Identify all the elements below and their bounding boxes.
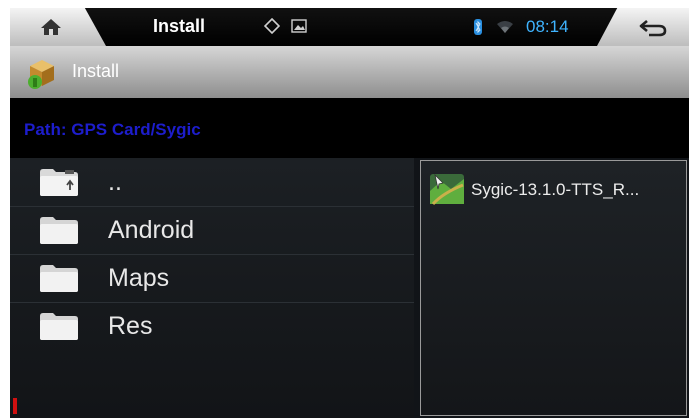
- image-icon: [291, 19, 307, 33]
- clock-time: 08:14: [526, 17, 569, 36]
- folder-row-res[interactable]: Res: [10, 302, 414, 350]
- wifi-icon: [497, 21, 513, 33]
- path-text: Path: GPS Card/Sygic: [24, 120, 201, 139]
- file-item-sygic[interactable]: Sygic-13.1.0-TTS_R...: [421, 161, 686, 215]
- screen: Install 08:14 Install Path: GPS Card/Syg…: [10, 8, 689, 418]
- gps-diamond-icon: [264, 18, 280, 34]
- back-arrow-icon: [639, 20, 667, 37]
- path-bar: Path: GPS Card/Sygic: [10, 98, 689, 158]
- folder-row-maps[interactable]: Maps: [10, 254, 414, 303]
- red-marker: [13, 398, 17, 414]
- folder-icon: [40, 217, 78, 244]
- back-button[interactable]: [597, 8, 689, 46]
- sygic-app-icon: [430, 173, 464, 206]
- title-bar-text: Install: [72, 61, 120, 81]
- file-name: Sygic-13.1.0-TTS_R...: [471, 180, 640, 199]
- home-button[interactable]: [10, 8, 106, 46]
- folder-name: ..: [108, 168, 122, 196]
- folder-name: Android: [108, 216, 195, 244]
- folder-icon: [40, 265, 78, 292]
- folder-row-parent[interactable]: ..: [10, 158, 414, 207]
- status-title: Install: [153, 16, 206, 36]
- parent-folder-icon: [40, 169, 78, 196]
- folder-name: Res: [108, 312, 153, 340]
- file-list: Sygic-13.1.0-TTS_R...: [420, 160, 687, 416]
- bluetooth-icon: [474, 19, 482, 35]
- title-bar: Install: [10, 46, 689, 98]
- folder-icon: [40, 313, 78, 340]
- folder-list: .. Android Maps Res: [10, 158, 414, 418]
- folder-row-android[interactable]: Android: [10, 206, 414, 255]
- home-icon: [41, 19, 61, 35]
- status-bar: Install 08:14: [10, 8, 689, 46]
- folder-name: Maps: [108, 264, 170, 292]
- package-install-icon: [28, 60, 54, 89]
